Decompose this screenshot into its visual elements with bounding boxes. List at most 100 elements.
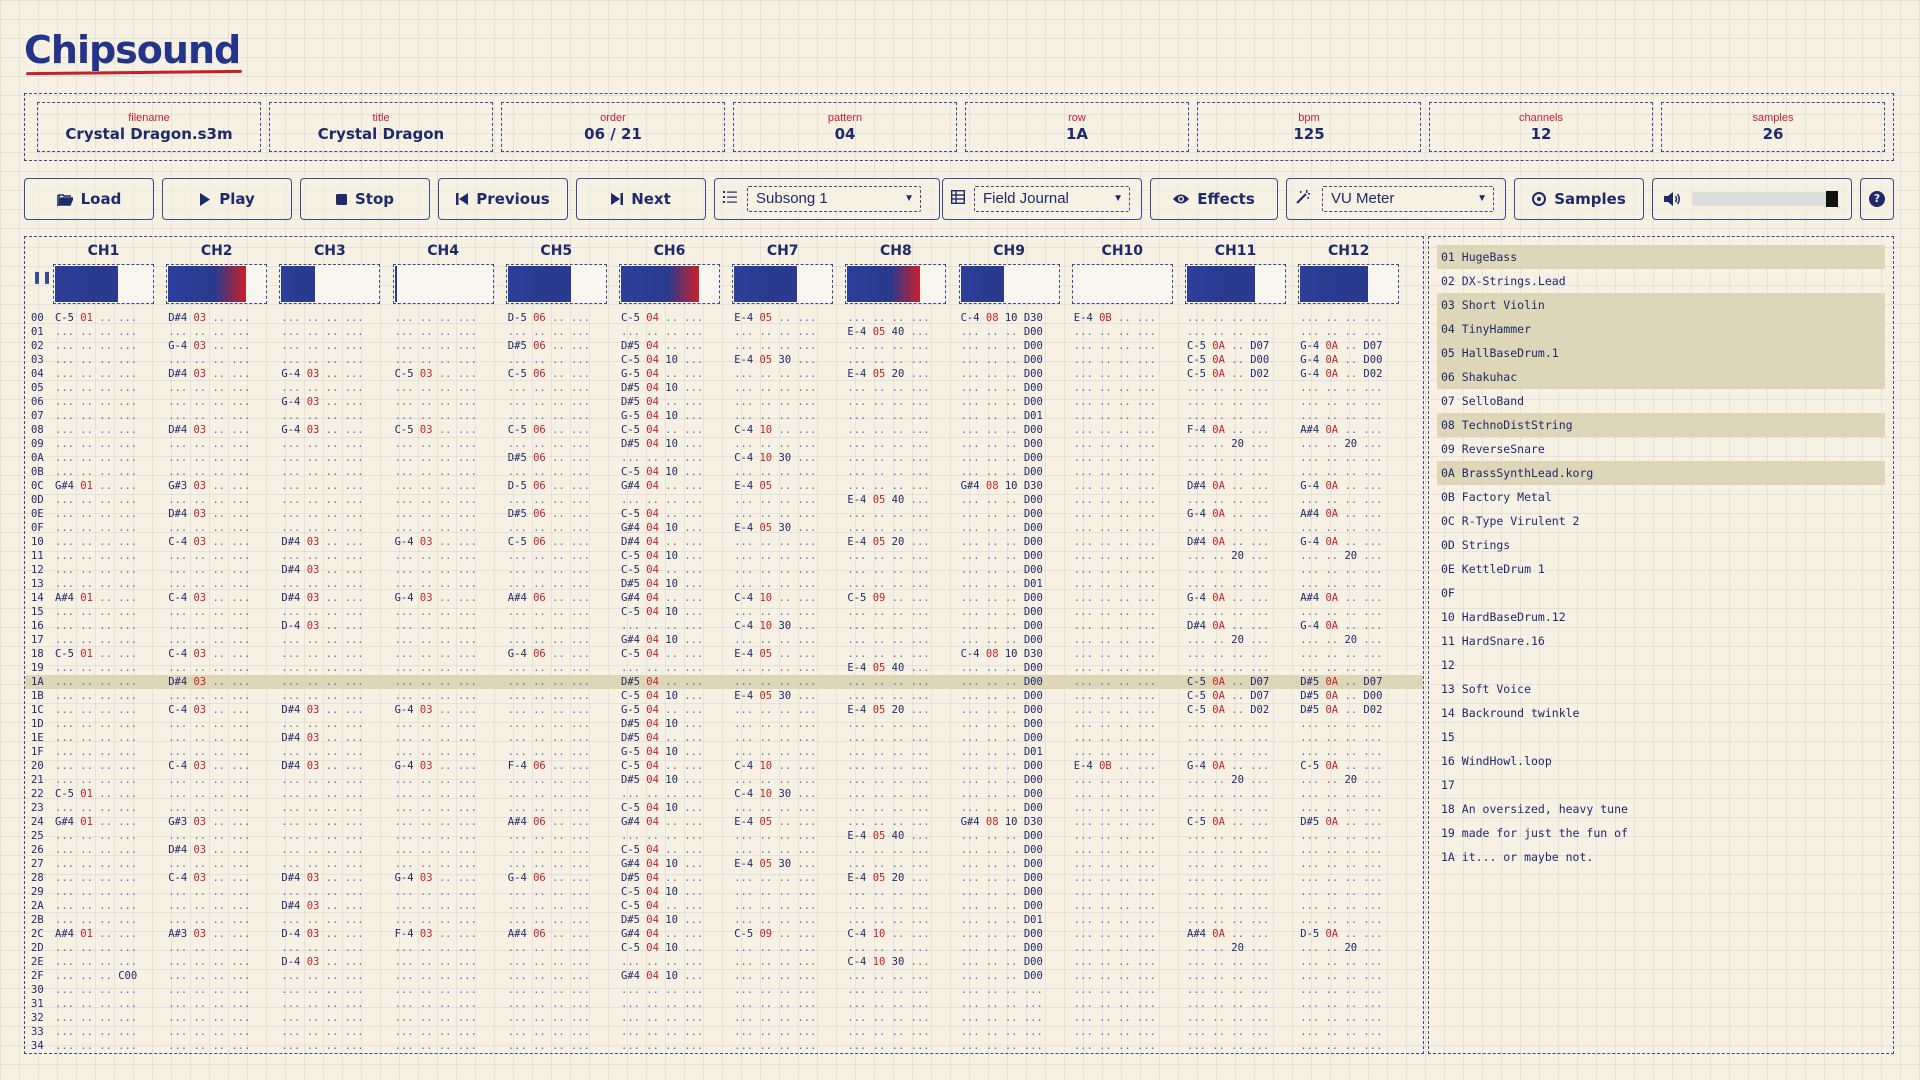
pattern-cell[interactable]: ... .. .. ...	[1074, 591, 1156, 605]
pattern-cell[interactable]: ... .. .. D00	[961, 703, 1043, 717]
pattern-cell[interactable]: C-5 06 .. ...	[508, 535, 590, 549]
pattern-cell[interactable]: D#4 03 .. ...	[281, 899, 363, 913]
pattern-cell[interactable]: F-4 03 .. ...	[395, 927, 477, 941]
pattern-cell[interactable]: A#4 06 .. ...	[508, 591, 590, 605]
pattern-cell[interactable]: ... .. .. ...	[395, 801, 477, 815]
pattern-cell[interactable]: G-4 03 .. ...	[168, 339, 250, 353]
pattern-cell[interactable]: ... .. .. ...	[395, 731, 477, 745]
pattern-cell[interactable]: G#4 04 .. ...	[621, 479, 703, 493]
pattern-cell[interactable]: ... .. .. ...	[55, 633, 137, 647]
pattern-cell[interactable]: ... .. .. ...	[847, 675, 929, 689]
pattern-cell[interactable]: ... .. .. ...	[55, 661, 137, 675]
sample-item[interactable]: 0A BrassSynthLead.korg	[1437, 461, 1885, 485]
pattern-cell[interactable]: ... .. .. ...	[508, 563, 590, 577]
pattern-cell[interactable]: ... .. .. ...	[281, 689, 363, 703]
pattern-cell[interactable]: G#4 04 .. ...	[621, 591, 703, 605]
pattern-cell[interactable]: ... .. .. ...	[734, 969, 816, 983]
pattern-cell[interactable]: ... .. .. ...	[395, 815, 477, 829]
sample-item[interactable]: 09 ReverseSnare	[1437, 437, 1885, 461]
pattern-cell[interactable]: ... .. .. ...	[508, 689, 590, 703]
pattern-cell[interactable]: ... .. .. ...	[168, 731, 250, 745]
pattern-cell[interactable]: ... .. .. ...	[1300, 843, 1382, 857]
pattern-cell[interactable]: ... .. .. D01	[961, 409, 1043, 423]
pattern-cell[interactable]: ... .. 20 ...	[1300, 437, 1382, 451]
pattern-cell[interactable]: ... .. .. ...	[621, 955, 703, 969]
pattern-cell[interactable]: C-5 0A .. D02	[1187, 367, 1269, 381]
pattern-cell[interactable]: ... .. .. ...	[1300, 381, 1382, 395]
pattern-cell[interactable]: ... .. .. D00	[961, 927, 1043, 941]
pattern-cell[interactable]: ... .. .. ...	[621, 829, 703, 843]
pattern-cell[interactable]: G-4 03 .. ...	[281, 395, 363, 409]
pattern-cell[interactable]: G-4 03 .. ...	[395, 703, 477, 717]
pattern-cell[interactable]: ... .. .. ...	[508, 1011, 590, 1025]
pattern-cell[interactable]: G-4 0A .. ...	[1300, 619, 1382, 633]
pattern-cell[interactable]: E-4 05 20 ...	[847, 703, 929, 717]
pattern-cell[interactable]: D-5 0A .. ...	[1300, 927, 1382, 941]
pattern-cell[interactable]: ... .. .. ...	[1074, 731, 1156, 745]
pattern-cell[interactable]: C-5 0A .. D00	[1187, 353, 1269, 367]
pattern-cell[interactable]: ... .. .. ...	[1187, 647, 1269, 661]
pattern-cell[interactable]: ... .. .. ...	[847, 941, 929, 955]
pattern-cell[interactable]: ... .. .. ...	[395, 689, 477, 703]
pattern-row[interactable]: 1B ... .. .. ... ... .. .. ... ... .. .. ..…	[25, 689, 1423, 703]
pattern-cell[interactable]: ... .. .. ...	[55, 549, 137, 563]
pattern-cell[interactable]: E-4 05 40 ...	[847, 493, 929, 507]
pattern-cell[interactable]: ... .. .. D00	[961, 871, 1043, 885]
pattern-cell[interactable]: E-4 05 30 ...	[734, 521, 816, 535]
pattern-row[interactable]: 2A ... .. .. ... ... .. .. ... D#4 03 .. ..…	[25, 899, 1423, 913]
pattern-cell[interactable]: ... .. .. ...	[847, 507, 929, 521]
pattern-cell[interactable]: ... .. .. ...	[734, 507, 816, 521]
pattern-cell[interactable]: ... .. .. ...	[1074, 703, 1156, 717]
pattern-cell[interactable]: ... .. .. ...	[1300, 577, 1382, 591]
pattern-cell[interactable]: ... .. .. D00	[961, 689, 1043, 703]
pattern-cell[interactable]: ... .. .. ...	[1300, 745, 1382, 759]
pattern-row[interactable]: 1F ... .. .. ... ... .. .. ... ... .. .. ..…	[25, 745, 1423, 759]
pattern-cell[interactable]: ... .. .. ...	[1187, 843, 1269, 857]
pattern-cell[interactable]: ... .. .. ...	[1187, 395, 1269, 409]
pattern-cell[interactable]: ... .. .. ...	[734, 577, 816, 591]
pattern-cell[interactable]: D#4 0A .. ...	[1187, 535, 1269, 549]
pattern-cell[interactable]: ... .. .. ...	[1074, 745, 1156, 759]
pattern-row[interactable]: 17 ... .. .. ... ... .. .. ... ... .. .. ..…	[25, 633, 1423, 647]
pattern-cell[interactable]: D#5 0A .. D07	[1300, 675, 1382, 689]
pattern-row[interactable]: 21 ... .. .. ... ... .. .. ... ... .. .. ..…	[25, 773, 1423, 787]
pattern-cell[interactable]: ... .. .. ...	[1187, 717, 1269, 731]
pattern-cell[interactable]: ... .. .. ...	[395, 1025, 477, 1039]
pattern-cell[interactable]: ... .. .. ...	[508, 325, 590, 339]
pattern-cell[interactable]: ... .. .. ...	[1074, 815, 1156, 829]
pattern-cell[interactable]: ... .. .. ...	[1300, 395, 1382, 409]
pattern-cell[interactable]: C-5 0A .. D07	[1187, 339, 1269, 353]
pattern-cell[interactable]: ... .. .. ...	[1074, 829, 1156, 843]
pattern-cell[interactable]: ... .. .. ...	[508, 829, 590, 843]
pattern-cell[interactable]: ... .. .. D00	[961, 339, 1043, 353]
pattern-cell[interactable]: ... .. .. ...	[395, 955, 477, 969]
pattern-cell[interactable]: C-4 10 30 ...	[734, 787, 816, 801]
sample-item[interactable]: 06 Shakuhac	[1437, 365, 1885, 389]
pattern-cell[interactable]: ... .. .. ...	[281, 1039, 363, 1053]
pattern-cell[interactable]: ... .. .. ...	[847, 731, 929, 745]
pattern-cell[interactable]: ... .. .. ...	[1300, 955, 1382, 969]
channel-header-ch7[interactable]: CH7	[726, 243, 839, 259]
pattern-cell[interactable]: ... .. .. ...	[508, 843, 590, 857]
pattern-row[interactable]: 32 ... .. .. ... ... .. .. ... ... .. .. ..…	[25, 1011, 1423, 1025]
pattern-cell[interactable]: ... .. .. D00	[961, 353, 1043, 367]
sample-item[interactable]: 10 HardBaseDrum.12	[1437, 605, 1885, 629]
pattern-cell[interactable]: ... .. .. ...	[508, 465, 590, 479]
pattern-cell[interactable]: C-4 03 .. ...	[168, 703, 250, 717]
pattern-cell[interactable]: C-5 04 10 ...	[621, 353, 703, 367]
pattern-cell[interactable]: ... .. .. ...	[734, 703, 816, 717]
pattern-cell[interactable]: ... .. .. ...	[55, 913, 137, 927]
pattern-cell[interactable]: ... .. .. ...	[281, 801, 363, 815]
pattern-cell[interactable]: ... .. .. ...	[1187, 1011, 1269, 1025]
pattern-cell[interactable]: ... .. .. ...	[395, 563, 477, 577]
pattern-cell[interactable]: ... .. .. ...	[1187, 787, 1269, 801]
pattern-cell[interactable]: ... .. .. ...	[847, 437, 929, 451]
pattern-cell[interactable]: ... .. .. ...	[1074, 619, 1156, 633]
pattern-cell[interactable]: G#4 04 10 ...	[621, 857, 703, 871]
pattern-cell[interactable]: ... .. .. ...	[847, 451, 929, 465]
pattern-cell[interactable]: C-5 0A .. ...	[1187, 815, 1269, 829]
pattern-cell[interactable]: ... .. .. ...	[168, 969, 250, 983]
pattern-cell[interactable]: ... .. .. ...	[508, 913, 590, 927]
pattern-cell[interactable]: ... .. .. ...	[55, 521, 137, 535]
pattern-cell[interactable]: ... .. .. ...	[621, 983, 703, 997]
